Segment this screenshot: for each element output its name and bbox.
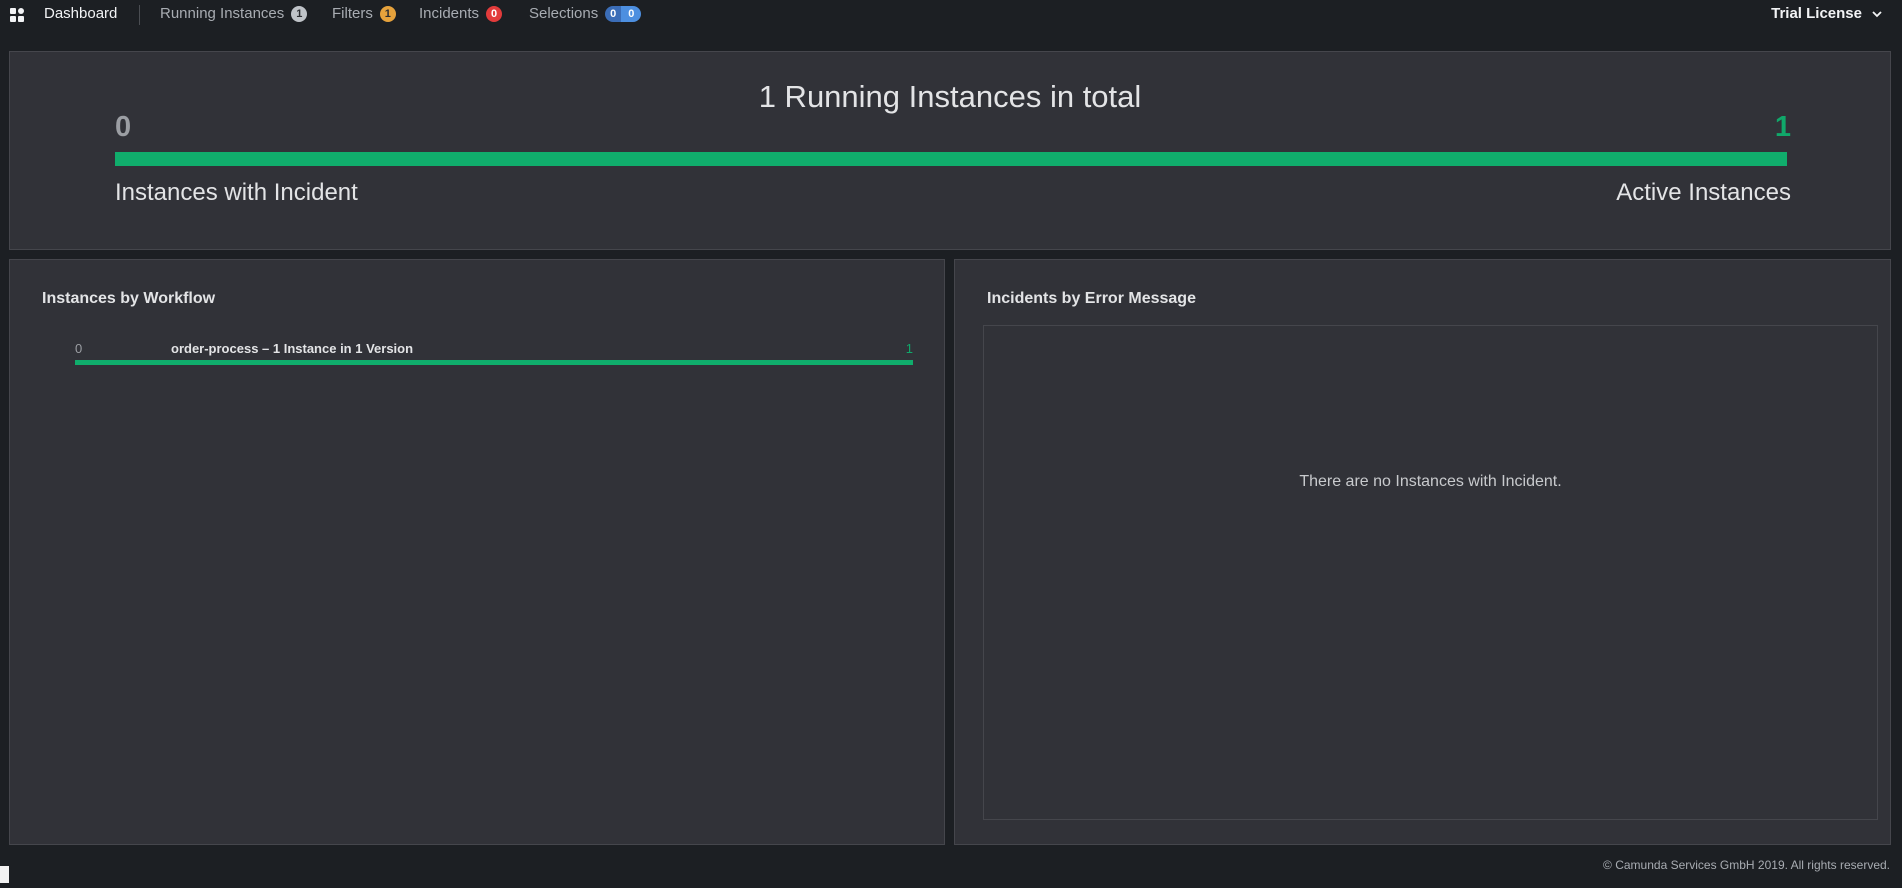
nav-dashboard-label: Dashboard: [44, 5, 118, 22]
incidents-empty-state: There are no Instances with Incident.: [983, 325, 1878, 820]
nav-divider: [139, 5, 140, 25]
footer-copyright: © Camunda Services GmbH 2019. All rights…: [1603, 858, 1890, 872]
filters-badge: 1: [379, 5, 396, 22]
workflow-progress-bar: [75, 360, 913, 365]
incident-instances-count[interactable]: 0: [115, 111, 131, 144]
workflow-name-link[interactable]: order-process – 1 Instance in 1 Version: [171, 341, 413, 356]
license-label: Trial License: [1771, 5, 1862, 22]
running-instances-badge: 1: [291, 5, 308, 22]
selections-badge-total: 0: [621, 5, 642, 22]
nav-incidents-label: Incidents: [419, 5, 480, 22]
incidents-badge: 0: [486, 5, 503, 22]
incidents-panel: Incidents by Error Message There are no …: [954, 259, 1891, 845]
nav-running-instances-label: Running Instances: [160, 5, 285, 22]
nav-filters-label: Filters: [332, 5, 373, 22]
workflow-row[interactable]: 0 order-process – 1 Instance in 1 Versio…: [75, 341, 913, 371]
workflow-panel: Instances by Workflow 0 order-process – …: [9, 259, 945, 845]
license-dropdown[interactable]: Trial License: [1771, 5, 1882, 22]
nav-dashboard[interactable]: Dashboard: [44, 5, 117, 22]
selections-badge-open: 0: [605, 5, 622, 22]
active-instances-count[interactable]: 1: [1775, 111, 1791, 144]
incident-instances-label[interactable]: Instances with Incident: [115, 179, 358, 207]
text-cursor: [0, 866, 9, 883]
workflow-incident-count: 0: [75, 341, 83, 356]
selections-badge: 0 0: [605, 5, 642, 22]
incidents-panel-title: Incidents by Error Message: [987, 290, 1196, 307]
app-logo-icon[interactable]: [9, 7, 25, 23]
workflow-panel-title: Instances by Workflow: [42, 290, 216, 307]
chevron-down-icon: [1872, 10, 1882, 17]
empty-state-message: There are no Instances with Incident.: [1299, 473, 1562, 490]
nav-running-instances[interactable]: Running Instances 1: [160, 5, 308, 22]
top-nav: Dashboard Running Instances 1 Filters 1 …: [0, 0, 1902, 30]
workflow-active-fill: [75, 360, 913, 365]
nav-selections-label: Selections: [529, 5, 599, 22]
metric-panel: 1 Running Instances in total 0 1 Instanc…: [9, 51, 1891, 250]
nav-incidents[interactable]: Incidents 0: [419, 5, 503, 22]
running-total-title[interactable]: 1 Running Instances in total: [10, 79, 1890, 115]
active-instances-fill: [115, 152, 1787, 166]
instances-progress-bar: [115, 152, 1787, 166]
workflow-active-count: 1: [905, 341, 913, 356]
active-instances-label[interactable]: Active Instances: [1616, 179, 1791, 207]
nav-selections[interactable]: Selections 0 0: [529, 5, 642, 22]
nav-filters[interactable]: Filters 1: [332, 5, 396, 22]
